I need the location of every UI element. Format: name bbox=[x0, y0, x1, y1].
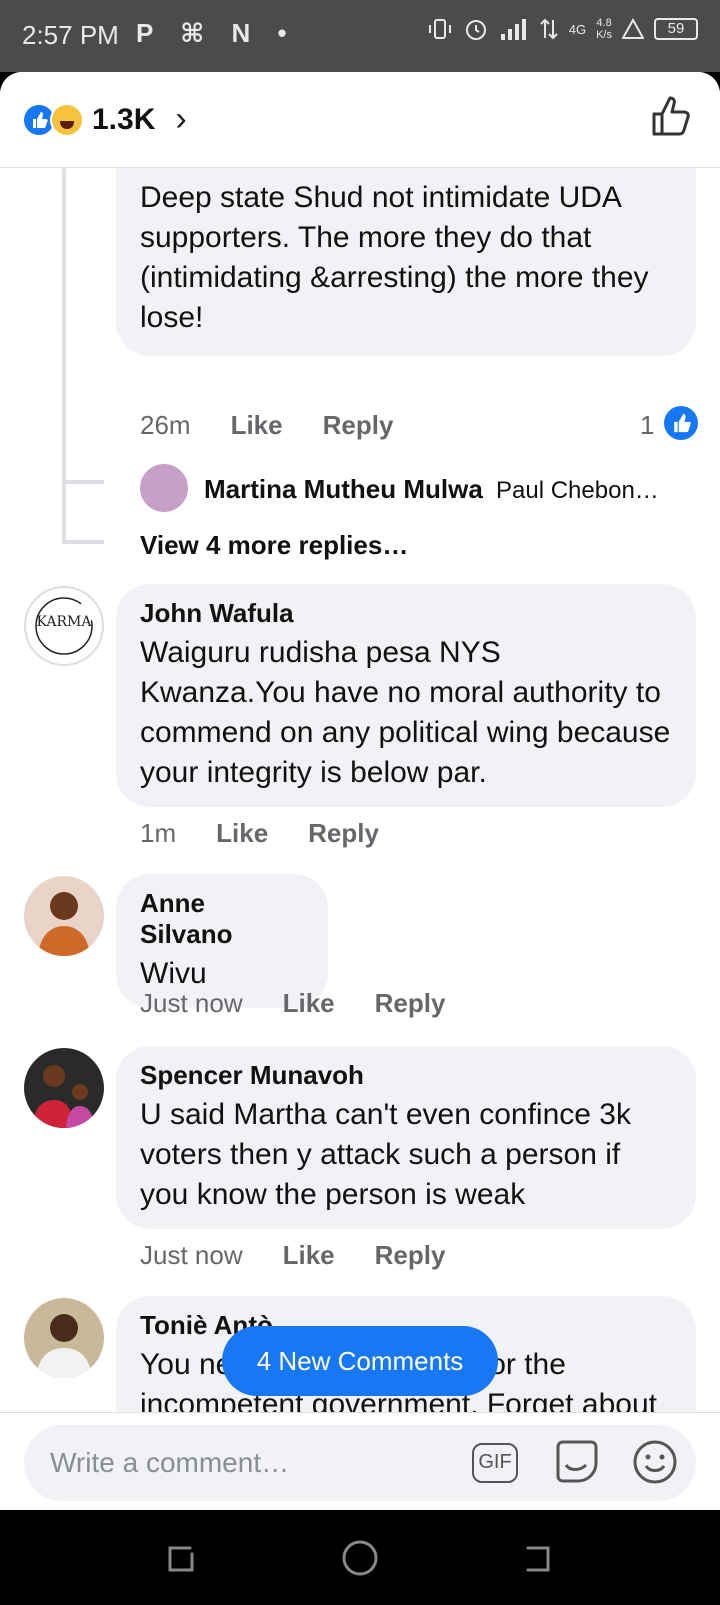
reply-button[interactable]: Reply bbox=[375, 988, 446, 1019]
like-button[interactable]: Like bbox=[231, 410, 283, 441]
comment-time: 26m bbox=[140, 410, 191, 440]
thread-connector bbox=[62, 540, 104, 544]
thread-connector bbox=[62, 480, 104, 484]
like-button[interactable]: Like bbox=[216, 818, 268, 849]
gif-label: GIF bbox=[478, 1451, 512, 1473]
comment-actions: Just now Like Reply bbox=[140, 1240, 445, 1271]
warning-icon bbox=[622, 18, 644, 39]
comment-author[interactable]: Anne Silvano bbox=[140, 888, 304, 950]
network-speed: 4.8 K/s bbox=[596, 17, 612, 41]
home-button[interactable] bbox=[340, 1538, 380, 1578]
reactions-summary[interactable]: 1.3K › bbox=[22, 100, 187, 139]
notification-icons: P ⌘ N • bbox=[136, 18, 297, 48]
status-bar: 2:57 PM P ⌘ N • 4G 4.8 K/s 59 bbox=[0, 0, 720, 72]
comment-actions: Just now Like Reply bbox=[140, 988, 445, 1019]
comment-text: U said Martha can't even confince 3k vot… bbox=[140, 1098, 631, 1211]
network-type: 4G bbox=[568, 21, 587, 37]
comment-text: Deep state Shud not intimidate UDA suppo… bbox=[140, 181, 649, 334]
comment-author[interactable]: Spencer Munavoh bbox=[140, 1060, 672, 1091]
battery-indicator: 59 bbox=[654, 18, 698, 40]
vibrate-icon bbox=[428, 19, 451, 39]
comment-text: Waiguru rudisha pesa NYS Kwanza.You have… bbox=[140, 636, 671, 789]
comments-sheet: 1.3K › Deep state Shud not intimidate UD… bbox=[0, 72, 720, 1510]
thread-line bbox=[62, 168, 66, 544]
comment-composer: Write a comment… GIF bbox=[0, 1412, 720, 1510]
gif-button[interactable]: GIF bbox=[472, 1443, 518, 1483]
like-button[interactable]: Like bbox=[283, 1240, 335, 1271]
reply-snippet: Paul Chebon… bbox=[496, 477, 659, 504]
view-more-replies-link[interactable]: View 4 more replies… bbox=[140, 530, 408, 561]
status-time: 2:57 PM bbox=[22, 20, 119, 50]
status-right: 4G 4.8 K/s 59 bbox=[427, 16, 698, 42]
avatar[interactable] bbox=[24, 876, 104, 956]
reply-preview[interactable]: Martina Mutheu Mulwa Paul Chebon… bbox=[204, 474, 659, 505]
avatar[interactable] bbox=[24, 1298, 104, 1378]
recents-button[interactable] bbox=[162, 1540, 198, 1576]
reply-button[interactable]: Reply bbox=[308, 818, 379, 849]
data-transfer-icon bbox=[540, 18, 558, 40]
thumb-up-icon[interactable] bbox=[650, 94, 692, 138]
sticker-icon[interactable] bbox=[552, 1437, 602, 1487]
signal-icon bbox=[500, 19, 526, 40]
comment-bubble[interactable]: Deep state Shud not intimidate UDA suppo… bbox=[116, 168, 696, 356]
reply-author: Martina Mutheu Mulwa bbox=[204, 474, 483, 504]
reactions-header: 1.3K › bbox=[0, 72, 720, 168]
reply-button[interactable]: Reply bbox=[323, 410, 394, 441]
comment-bubble[interactable]: John Wafula Waiguru rudisha pesa NYS Kwa… bbox=[116, 584, 696, 807]
reaction-count: 1.3K bbox=[92, 102, 156, 136]
emoji-icon[interactable] bbox=[632, 1439, 678, 1485]
reply-button[interactable]: Reply bbox=[375, 1240, 446, 1271]
back-button[interactable] bbox=[520, 1540, 556, 1576]
like-count-icon bbox=[664, 406, 698, 440]
comment-time: 1m bbox=[140, 818, 177, 848]
system-navigation-bar bbox=[0, 1510, 720, 1605]
comment-time: Just now bbox=[140, 1240, 243, 1270]
haha-reaction-icon bbox=[50, 102, 84, 137]
avatar[interactable] bbox=[24, 1048, 104, 1128]
like-button[interactable]: Like bbox=[283, 988, 335, 1019]
comments-list: Deep state Shud not intimidate UDA suppo… bbox=[0, 168, 720, 1412]
comment-time: Just now bbox=[140, 988, 243, 1018]
comment-placeholder: Write a comment… bbox=[50, 1447, 290, 1478]
avatar[interactable] bbox=[140, 464, 188, 512]
comment-bubble[interactable]: Spencer Munavoh U said Martha can't even… bbox=[116, 1046, 696, 1229]
alarm-icon bbox=[465, 20, 486, 40]
comment-actions: 1m Like Reply bbox=[140, 818, 379, 849]
comment-actions: 26m Like Reply bbox=[140, 410, 393, 441]
comment-author[interactable]: John Wafula bbox=[140, 598, 672, 629]
new-comments-button[interactable]: 4 New Comments bbox=[222, 1326, 498, 1396]
avatar-text: KARMA bbox=[36, 614, 92, 630]
chevron-right-icon: › bbox=[175, 100, 187, 138]
avatar[interactable]: KARMA bbox=[24, 586, 104, 666]
comment-like-count: 1 bbox=[640, 410, 655, 440]
